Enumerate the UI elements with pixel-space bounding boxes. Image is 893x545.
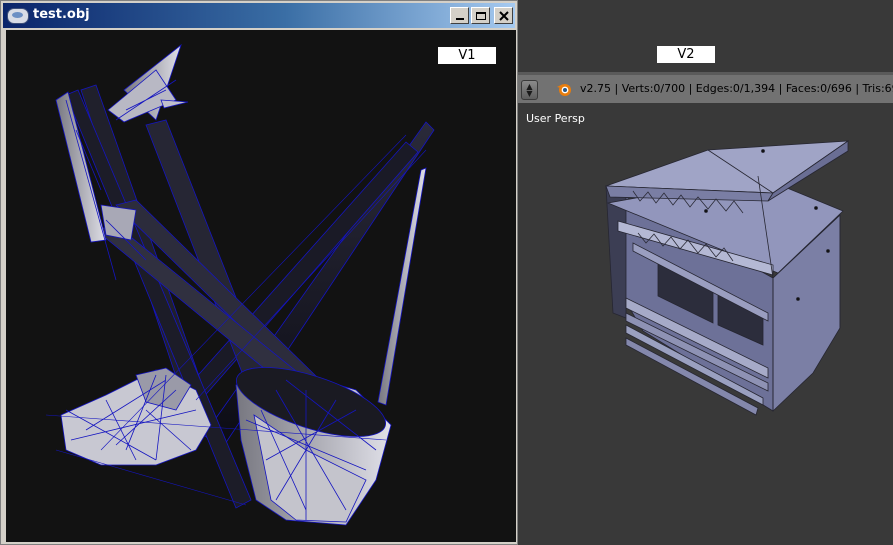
- blender-logo-icon: [557, 84, 571, 96]
- title-bar[interactable]: test.obj: [3, 3, 515, 28]
- info-header: ▲ ▼ v2.75 | Verts:0/700 | Edges:0/1,394 |…: [518, 75, 893, 103]
- window-app-icon: [7, 8, 29, 24]
- minimize-icon: [455, 18, 464, 20]
- box-model: [605, 140, 850, 416]
- close-icon: [498, 10, 509, 21]
- viewport-v1[interactable]: V1: [6, 30, 516, 542]
- editor-type-icon: ▲ ▼: [526, 82, 533, 98]
- close-button[interactable]: [494, 7, 513, 24]
- viewport-label-v2: V2: [657, 46, 715, 63]
- viewport-label-v1: V1: [438, 47, 496, 64]
- obj-viewer-window: test.obj V1: [0, 0, 518, 545]
- view-mode-label: User Persp: [526, 112, 585, 125]
- scene-stats: v2.75 | Verts:0/700 | Edges:0/1,394 | Fa…: [580, 82, 893, 95]
- minimize-button[interactable]: [450, 7, 469, 24]
- editor-type-button[interactable]: ▲ ▼: [521, 80, 538, 100]
- wireframe-model: [45, 43, 435, 526]
- maximize-button[interactable]: [471, 7, 490, 24]
- blender-top-area: V2: [518, 0, 893, 72]
- viewport-v2[interactable]: User Persp: [518, 103, 893, 545]
- maximize-icon: [475, 11, 486, 20]
- window-title: test.obj: [33, 7, 90, 22]
